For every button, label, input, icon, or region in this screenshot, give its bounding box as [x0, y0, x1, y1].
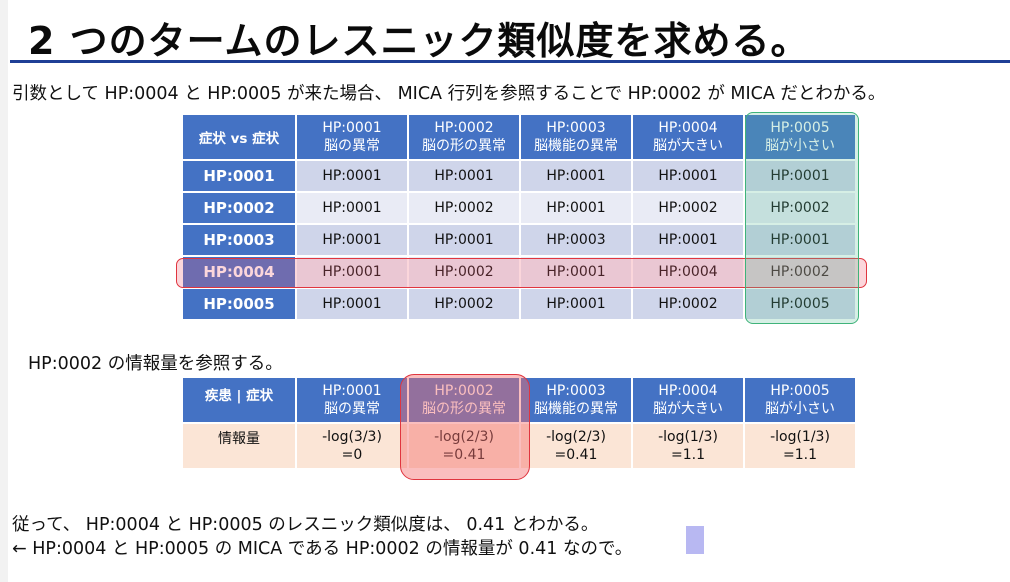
info-expression: -log(2/3): [546, 429, 606, 445]
mica-col-header: HP:0001 脳の異常: [297, 115, 407, 159]
cell-highlight-hp0002: [400, 374, 530, 480]
title-underline: [10, 60, 1010, 63]
mica-corner-cell: 症状 vs 症状: [183, 115, 295, 159]
row-header: HP:0003: [183, 225, 295, 255]
mica-col-header: HP:0004 脳が大きい: [633, 115, 743, 159]
intro-text: 引数として HP:0004 と HP:0005 が来た場合、 MICA 行列を参…: [12, 84, 886, 104]
table-cell: HP:0001: [297, 193, 407, 223]
info-corner-cell: 疾患 | 症状: [183, 378, 295, 422]
col-name: 脳の異常: [324, 138, 380, 154]
table-cell: HP:0001: [297, 289, 407, 319]
info-result: =1.1: [783, 447, 817, 463]
info-expression: -log(3/3): [322, 429, 382, 445]
text-selection-cursor: [686, 526, 704, 554]
col-name: 脳が大きい: [653, 401, 723, 417]
table-cell: HP:0001: [297, 225, 407, 255]
col-name: 脳機能の異常: [534, 401, 618, 417]
table-cell: HP:0002: [409, 289, 519, 319]
col-name: 脳機能の異常: [534, 138, 618, 154]
info-cell: -log(2/3) =0.41: [521, 424, 631, 468]
table-cell: HP:0001: [633, 161, 743, 191]
col-name: 脳が大きい: [653, 138, 723, 154]
slide-title: 2 つのタームのレスニック類似度を求める。: [28, 19, 810, 63]
left-margin-strip: [0, 0, 8, 582]
info-col-header: HP:0003 脳機能の異常: [521, 378, 631, 422]
col-name: 脳の形の異常: [422, 138, 506, 154]
conclusion-line-1: 従って、 HP:0004 と HP:0005 のレスニック類似度は、 0.41 …: [12, 515, 599, 535]
table-cell: HP:0001: [521, 193, 631, 223]
col-id: HP:0004: [658, 120, 718, 136]
info-cell: -log(1/3) =1.1: [633, 424, 743, 468]
table-cell: HP:0001: [521, 161, 631, 191]
info-cell: -log(3/3) =0: [297, 424, 407, 468]
col-id: HP:0001: [322, 383, 382, 399]
info-cell: -log(1/3) =1.1: [745, 424, 855, 468]
table-cell: HP:0002: [633, 289, 743, 319]
col-id: HP:0001: [322, 120, 382, 136]
info-expression: -log(1/3): [658, 429, 718, 445]
table-cell: HP:0001: [297, 161, 407, 191]
conclusion-line-2: ← HP:0004 と HP:0005 の MICA である HP:0002 の…: [12, 539, 633, 559]
table-cell: HP:0002: [633, 193, 743, 223]
row-header: HP:0002: [183, 193, 295, 223]
col-name: 脳の異常: [324, 401, 380, 417]
info-result: =0.41: [554, 447, 598, 463]
info-result: =0: [341, 447, 363, 463]
col-id: HP:0002: [434, 120, 494, 136]
col-id: HP:0004: [658, 383, 718, 399]
table-cell: HP:0001: [409, 225, 519, 255]
info-col-header: HP:0001 脳の異常: [297, 378, 407, 422]
info-row-label: 情報量: [183, 424, 295, 468]
row-header: HP:0001: [183, 161, 295, 191]
mica-col-header: HP:0003 脳機能の異常: [521, 115, 631, 159]
row-header: HP:0005: [183, 289, 295, 319]
info-result: =1.1: [671, 447, 705, 463]
table-cell: HP:0003: [521, 225, 631, 255]
info-col-header: HP:0004 脳が大きい: [633, 378, 743, 422]
col-name: 脳が小さい: [765, 401, 835, 417]
info-expression: -log(1/3): [770, 429, 830, 445]
table-cell: HP:0001: [633, 225, 743, 255]
mica-col-header: HP:0002 脳の形の異常: [409, 115, 519, 159]
table-cell: HP:0001: [521, 289, 631, 319]
col-id: HP:0005: [770, 383, 830, 399]
table-cell: HP:0001: [409, 161, 519, 191]
col-id: HP:0003: [546, 383, 606, 399]
table-cell: HP:0002: [409, 193, 519, 223]
col-id: HP:0003: [546, 120, 606, 136]
info-col-header: HP:0005 脳が小さい: [745, 378, 855, 422]
column-highlight-hp0005: [745, 112, 859, 324]
info-lookup-label: HP:0002 の情報量を参照する。: [28, 354, 283, 374]
